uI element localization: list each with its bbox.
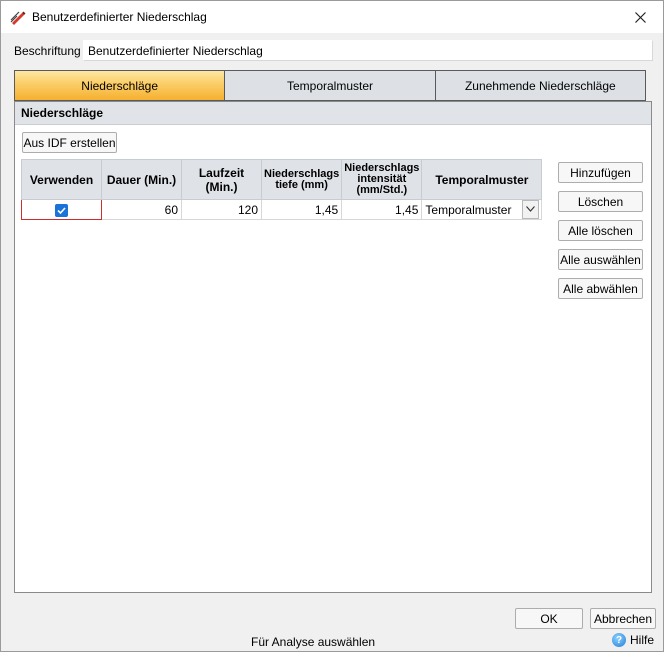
- column-header-intensity[interactable]: Niederschlags intensität (mm/Std.): [341, 159, 423, 200]
- column-header-use[interactable]: Verwenden: [21, 159, 102, 200]
- column-header-runtime[interactable]: Laufzeit (Min.): [181, 159, 262, 200]
- tab-bar: Niederschläge Temporalmuster Zunehmende …: [14, 70, 646, 101]
- tab-precipitation[interactable]: Niederschläge: [14, 70, 226, 101]
- temporal-combobox[interactable]: Temporalmuster: [425, 199, 540, 219]
- tab-temporal-pattern[interactable]: Temporalmuster: [224, 70, 436, 101]
- status-text: Für Analyse auswählen: [251, 635, 376, 649]
- delete-all-button[interactable]: Alle löschen: [558, 220, 643, 241]
- help-link[interactable]: ? Hilfe: [612, 633, 654, 647]
- create-from-idf-button[interactable]: Aus IDF erstellen: [22, 132, 117, 153]
- column-header-temporal[interactable]: Temporalmuster: [421, 159, 543, 200]
- description-label: Beschriftung: [14, 44, 81, 58]
- title-bar: Benutzerdefinierter Niederschlag: [1, 1, 663, 33]
- chevron-down-icon[interactable]: [522, 199, 540, 219]
- select-all-button[interactable]: Alle auswählen: [558, 249, 643, 270]
- ok-button[interactable]: OK: [515, 608, 583, 629]
- panel-header: Niederschläge: [15, 102, 651, 125]
- runtime-cell[interactable]: 120: [181, 199, 262, 220]
- close-button[interactable]: [617, 1, 663, 33]
- window-title: Benutzerdefinierter Niederschlag: [32, 10, 207, 24]
- use-checkbox[interactable]: [55, 203, 68, 217]
- precipitation-panel: Niederschläge Aus IDF erstellen Verwende…: [14, 101, 652, 593]
- depth-cell[interactable]: 1,45: [260, 199, 343, 220]
- rain-pencil-icon: [10, 9, 26, 25]
- cancel-button[interactable]: Abbrechen: [590, 608, 656, 629]
- intensity-cell[interactable]: 1,45: [341, 199, 423, 220]
- description-input[interactable]: [83, 40, 653, 61]
- use-cell[interactable]: [21, 199, 102, 220]
- temporal-cell[interactable]: Temporalmuster: [421, 199, 543, 220]
- help-label: Hilfe: [630, 633, 655, 647]
- column-header-duration[interactable]: Dauer (Min.): [101, 159, 182, 200]
- grid-header-row: Verwenden Dauer (Min.) Laufzeit (Min.) N…: [21, 159, 543, 200]
- add-button[interactable]: Hinzufügen: [558, 162, 643, 183]
- deselect-all-button[interactable]: Alle abwählen: [558, 278, 643, 299]
- delete-button[interactable]: Löschen: [558, 191, 643, 212]
- table-row[interactable]: 60 120 1,45 1,45 Temporalmuster: [21, 199, 543, 220]
- dialog-window: Benutzerdefinierter Niederschlag Beschri…: [0, 0, 664, 652]
- tab-increasing-precipitation[interactable]: Zunehmende Niederschläge: [434, 70, 646, 101]
- precipitation-grid: Verwenden Dauer (Min.) Laufzeit (Min.) N…: [21, 159, 543, 220]
- checkmark-icon: [57, 207, 66, 214]
- temporal-combobox-value: Temporalmuster: [425, 202, 512, 217]
- column-header-depth[interactable]: Niederschlags tiefe (mm): [260, 159, 343, 200]
- help-icon: ?: [612, 633, 626, 647]
- close-icon: [634, 7, 646, 28]
- duration-cell[interactable]: 60: [101, 199, 182, 220]
